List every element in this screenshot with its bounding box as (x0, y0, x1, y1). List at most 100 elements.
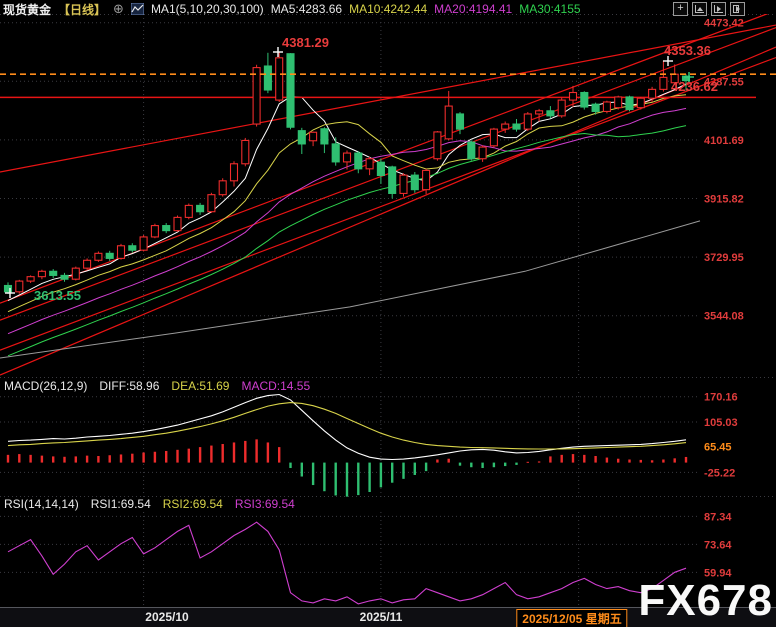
svg-text:4101.69: 4101.69 (704, 135, 744, 147)
rsi-header: RSI(14,14,14) RSI1:69.54 RSI2:69.54 RSI3… (4, 497, 295, 511)
svg-text:3613.55: 3613.55 (34, 288, 81, 303)
candle (626, 97, 633, 110)
candle (242, 140, 249, 163)
ma100-line (0, 221, 700, 358)
ma5-value: MA5:4283.66 (271, 2, 342, 16)
candle (276, 58, 283, 100)
chart-canvas[interactable]: 4473.424287.554101.693915.823729.953544.… (0, 0, 776, 627)
svg-text:3729.95: 3729.95 (704, 252, 744, 264)
candle (208, 195, 215, 212)
chart-app: 4473.424287.554101.693915.823729.953544.… (0, 0, 776, 627)
candle (570, 93, 577, 101)
candle (411, 175, 418, 190)
svg-text:170.16: 170.16 (704, 392, 738, 404)
move-tool-icon[interactable]: + (673, 2, 688, 16)
arrow-right-glyph (736, 6, 743, 12)
ma-indicator-icon[interactable] (131, 3, 144, 15)
candle (61, 275, 68, 279)
candle (592, 104, 599, 111)
candle (27, 277, 34, 281)
candle (310, 132, 317, 141)
instrument-title: 现货黄金 (3, 1, 51, 18)
candle (253, 68, 260, 124)
candle (151, 226, 158, 237)
candle (490, 129, 497, 146)
candle (445, 106, 452, 139)
candle (38, 271, 45, 276)
candle (400, 175, 407, 193)
ma20-value: MA20:4194.41 (434, 2, 512, 16)
ma20-line (8, 108, 686, 333)
candle (118, 246, 125, 259)
svg-text:4353.36: 4353.36 (664, 43, 711, 58)
rsi1-value: RSI1:69.54 (91, 497, 151, 511)
candle (457, 114, 464, 129)
svg-text:3915.82: 3915.82 (704, 194, 744, 206)
candle (524, 114, 531, 129)
candle (344, 153, 351, 162)
chart-header: 现货黄金 【日线】 ⊕ MA1(5,10,20,30,100) MA5:4283… (0, 0, 776, 18)
rsi2-value: RSI2:69.54 (163, 497, 223, 511)
svg-text:4236.62: 4236.62 (671, 79, 718, 94)
svg-text:4473.42: 4473.42 (704, 18, 744, 30)
candle (140, 237, 147, 250)
candle (366, 159, 373, 169)
exit-chart-icon[interactable] (730, 2, 745, 16)
candle (197, 205, 204, 211)
time-label-november: 2025/11 (360, 610, 403, 624)
candle (468, 142, 475, 159)
svg-text:65.45: 65.45 (704, 442, 732, 454)
candle (377, 162, 384, 175)
candle (95, 253, 102, 260)
svg-text:4381.29: 4381.29 (282, 35, 329, 50)
candle (231, 164, 238, 181)
watermark: FX678 (638, 579, 773, 623)
ma5-line (8, 84, 686, 301)
rsi-params: RSI(14,14,14) (4, 497, 79, 511)
ma10-value: MA10:4242.44 (349, 2, 427, 16)
candle (185, 205, 192, 217)
period-label: 【日线】 (58, 1, 106, 18)
candle (547, 111, 554, 116)
candle (615, 97, 622, 108)
svg-text:-25.22: -25.22 (704, 467, 735, 479)
candle (106, 253, 113, 258)
scale-x-axis-icon[interactable] (711, 2, 726, 16)
candle (603, 102, 610, 111)
arrow-right-glyph (717, 6, 724, 12)
candle (129, 246, 136, 250)
svg-text:3544.08: 3544.08 (704, 311, 744, 323)
candle (434, 132, 441, 159)
rsi-line (8, 522, 686, 604)
arrow-up-glyph (697, 4, 703, 11)
dif-line (8, 395, 686, 460)
candle (502, 124, 509, 129)
candle (660, 77, 667, 89)
candle (536, 111, 543, 114)
candle (649, 89, 656, 98)
candle (174, 217, 181, 230)
candle (16, 281, 23, 292)
scale-y-axis-icon[interactable] (692, 2, 707, 16)
candle (163, 226, 170, 231)
macd-diff-value: DIFF:58.96 (99, 379, 159, 393)
dea-line (8, 403, 686, 449)
candle (264, 66, 271, 90)
candle (219, 181, 226, 195)
candle (581, 93, 588, 108)
macd-macd-value: MACD:14.55 (241, 379, 310, 393)
trendlines-layer (0, 11, 776, 376)
ma30-value: MA30:4155 (519, 2, 580, 16)
candle (513, 124, 520, 129)
candle (558, 100, 565, 116)
candle (637, 98, 644, 107)
candle (321, 129, 328, 144)
add-icon[interactable]: ⊕ (113, 3, 124, 15)
chart-toolbar: + (673, 2, 745, 16)
svg-text:105.03: 105.03 (704, 417, 738, 429)
ma-legend: MA1(5,10,20,30,100) (151, 2, 264, 16)
time-label-october: 2025/10 (145, 610, 188, 624)
candle (423, 170, 430, 189)
candle (84, 260, 91, 268)
candle (355, 153, 362, 169)
